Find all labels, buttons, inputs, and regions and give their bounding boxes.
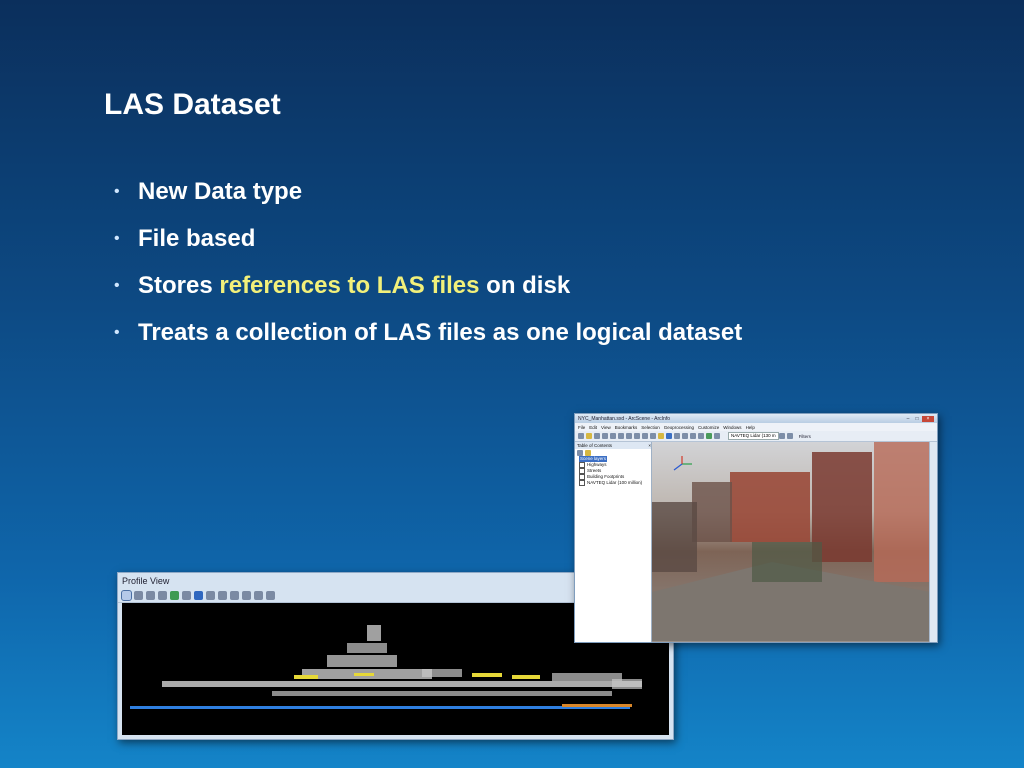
arcscene-window-title: NYC_Manhattan.sxd - ArcScene - ArcInfo	[578, 415, 670, 422]
table-of-contents: Table of Contents × Scene layers Highway…	[575, 442, 652, 642]
render-icon[interactable]	[218, 591, 227, 600]
cut-icon[interactable]	[610, 433, 616, 439]
bullet-icon: •	[114, 323, 120, 341]
menu-item-geoprocessing[interactable]: Geoprocessing	[664, 425, 694, 430]
bullet-icon: •	[114, 276, 120, 294]
menu-item-bookmarks[interactable]: Bookmarks	[615, 425, 638, 430]
delete-icon[interactable]	[634, 433, 640, 439]
list-by-source-icon[interactable]	[585, 449, 591, 456]
identify-icon[interactable]	[714, 433, 720, 439]
dropdown-icon[interactable]	[230, 591, 239, 600]
add-data-icon[interactable]	[658, 433, 664, 439]
zoom-out-icon[interactable]	[146, 591, 155, 600]
menu-item-customize[interactable]: Customize	[698, 425, 719, 430]
navigate-icon[interactable]	[121, 590, 132, 601]
toc-title: Table of Contents	[577, 443, 613, 448]
maximize-icon[interactable]: □	[913, 416, 921, 422]
arcscene-toolbar: NAVTEQ Lidar (130 m Filters	[575, 431, 937, 442]
fly-icon[interactable]	[674, 433, 680, 439]
toc-close-icon[interactable]: ×	[648, 442, 651, 449]
las-layer-dropdown[interactable]: NAVTEQ Lidar (130 m	[728, 432, 779, 440]
paste-icon[interactable]	[626, 433, 632, 439]
profile-icon[interactable]	[786, 433, 793, 439]
bullet-icon: •	[114, 182, 120, 200]
side-panel-tabs[interactable]	[929, 442, 937, 642]
arcscene-window[interactable]: NYC_Manhattan.sxd - ArcScene - ArcInfo –…	[574, 413, 938, 643]
menu-item-edit[interactable]: Edit	[589, 425, 597, 430]
redo-icon[interactable]	[650, 433, 656, 439]
globe-icon[interactable]	[194, 591, 203, 600]
menu-item-windows[interactable]: Windows	[723, 425, 741, 430]
arcscene-titlebar[interactable]: NYC_Manhattan.sxd - ArcScene - ArcInfo –…	[575, 414, 937, 423]
slide-title: LAS Dataset	[104, 88, 281, 121]
bullet-text: Treats a collection of LAS files as one …	[138, 318, 743, 346]
bullet-list: • New Data type • File based • Stores refer…	[114, 168, 742, 356]
pan-icon[interactable]	[158, 591, 167, 600]
toc-item[interactable]: NAVTEQ Lidar (100 million)	[575, 480, 651, 486]
bullet-item: • Stores references to LAS files on disk	[114, 262, 742, 309]
measure-icon[interactable]	[242, 591, 251, 600]
bullet-item: • New Data type	[114, 168, 742, 215]
menu-item-help[interactable]: Help	[746, 425, 755, 430]
bullet-item: • Treats a collection of LAS files as one…	[114, 309, 742, 356]
full-extent-icon[interactable]	[706, 433, 712, 439]
checkbox-icon[interactable]	[579, 480, 585, 486]
city-point-cloud-graphic	[652, 442, 929, 641]
filters-dropdown[interactable]: Filters	[799, 434, 811, 439]
zoom-in-icon[interactable]	[134, 591, 143, 600]
save-icon[interactable]	[594, 433, 600, 439]
bullet-text-post: on disk	[479, 271, 571, 299]
layers-icon[interactable]	[206, 591, 215, 600]
toc-item-label: NAVTEQ Lidar (100 million)	[587, 480, 643, 485]
3d-scene-view[interactable]	[652, 442, 929, 642]
arcscene-body: Table of Contents × Scene layers Highway…	[575, 442, 937, 642]
full-extent-icon[interactable]	[170, 591, 179, 600]
refresh-icon[interactable]	[182, 591, 191, 600]
bullet-text-pre: Stores	[138, 271, 220, 299]
toc-toolbar	[575, 449, 651, 456]
close-icon[interactable]: ×	[922, 415, 934, 422]
menu-item-file[interactable]: File	[578, 425, 585, 430]
export-image-icon[interactable]	[254, 591, 263, 600]
copy-icon[interactable]	[618, 433, 624, 439]
bullet-item: • File based	[114, 215, 742, 262]
toc-header: Table of Contents ×	[575, 442, 651, 449]
minimize-icon[interactable]: –	[904, 416, 912, 422]
menu-item-view[interactable]: View	[601, 425, 611, 430]
bullet-highlight: references to LAS files	[219, 271, 480, 299]
undo-icon[interactable]	[642, 433, 648, 439]
bullet-text: File based	[138, 224, 256, 252]
print-icon[interactable]	[602, 433, 608, 439]
list-by-drawing-order-icon[interactable]	[577, 449, 583, 456]
export-table-icon[interactable]	[266, 591, 275, 600]
point-cloud-icon[interactable]	[778, 433, 785, 439]
navigate-icon[interactable]	[666, 433, 672, 439]
open-icon[interactable]	[586, 433, 592, 439]
zoom-out-icon[interactable]	[690, 433, 696, 439]
bullet-icon: •	[114, 229, 120, 247]
new-icon[interactable]	[578, 433, 584, 439]
bullet-text: Stores references to LAS files on disk	[138, 269, 570, 303]
bullet-text: New Data type	[138, 177, 303, 205]
menu-item-selection[interactable]: Selection	[641, 425, 660, 430]
zoom-in-icon[interactable]	[682, 433, 688, 439]
pan-icon[interactable]	[698, 433, 704, 439]
arcscene-menubar: File Edit View Bookmarks Selection Geopr…	[575, 423, 937, 431]
